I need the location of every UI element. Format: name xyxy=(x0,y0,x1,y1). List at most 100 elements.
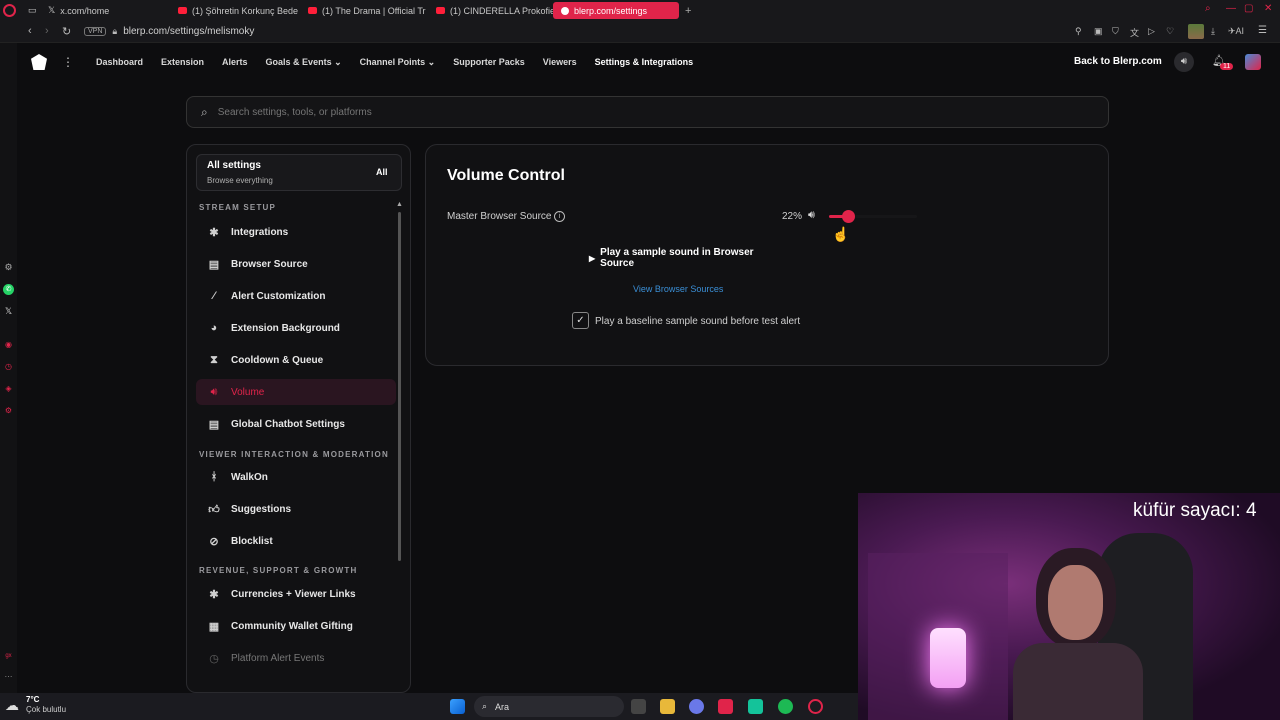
sidebar-item-browser-source[interactable]: ▤ Browser Source xyxy=(196,251,396,277)
workspaces-icon[interactable]: ▭ xyxy=(28,2,40,19)
webcam-overlay: küfür sayacı: 4 xyxy=(858,493,1280,720)
discord-icon[interactable] xyxy=(689,699,704,714)
vpn-badge[interactable]: VPN xyxy=(84,27,107,36)
new-tab-button[interactable]: + xyxy=(685,5,691,17)
nav-alerts[interactable]: Alerts xyxy=(222,57,248,67)
back-icon[interactable]: ‹ xyxy=(28,25,32,37)
notification-badge: 11 xyxy=(1220,63,1234,70)
spotify-icon[interactable] xyxy=(778,699,793,714)
block-icon: ⊘ xyxy=(209,535,219,548)
blerp-logo-icon[interactable] xyxy=(31,54,47,70)
opera-gx-taskbar-icon[interactable] xyxy=(808,699,823,714)
back-to-blerp-link[interactable]: Back to Blerp.com xyxy=(1074,56,1162,67)
view-browser-sources-link[interactable]: View Browser Sources xyxy=(633,284,723,294)
tab-youtube-3[interactable]: (1) CINDERELLA Prokofiev xyxy=(428,2,553,19)
chat-icon: ▤ xyxy=(208,418,220,431)
nav-extension[interactable]: Extension xyxy=(161,57,204,67)
sidebar-scrollbar[interactable] xyxy=(398,212,401,561)
sidebar-item-label: Integrations xyxy=(231,226,289,238)
sidebar-item-currencies[interactable]: ✱ Currencies + Viewer Links xyxy=(196,581,396,607)
info-icon[interactable]: i xyxy=(554,211,565,222)
aria-ai-icon[interactable]: ✈AI xyxy=(1228,26,1244,37)
sidebar-item-label: Currencies + Viewer Links xyxy=(231,588,356,600)
download-icon[interactable]: ⤓ xyxy=(1211,26,1215,37)
opera-logo-icon[interactable] xyxy=(3,4,16,17)
nav-settings-integrations[interactable]: Settings & Integrations xyxy=(595,57,694,67)
counter-overlay-text: küfür sayacı: 4 xyxy=(1133,500,1257,521)
sidebar-item-cooldown-queue[interactable]: ⧗ Cooldown & Queue xyxy=(196,347,396,373)
profile-avatar[interactable] xyxy=(1188,24,1204,39)
sidebar-item-label: Global Chatbot Settings xyxy=(231,418,345,430)
user-avatar[interactable] xyxy=(1245,54,1261,70)
settings-gear-icon[interactable]: ⚙ xyxy=(3,262,14,273)
scroll-up-icon[interactable]: ▲ xyxy=(396,201,403,208)
sidebar-item-label: Alert Customization xyxy=(231,290,326,302)
play-icon[interactable]: ▷ xyxy=(1148,26,1155,37)
gx-icon[interactable]: gx xyxy=(3,651,14,662)
search-icon: ⌕ xyxy=(482,701,488,711)
search-input[interactable] xyxy=(217,106,1078,118)
nav-supporter-packs[interactable]: Supporter Packs xyxy=(453,57,525,67)
baseline-checkbox[interactable]: ✓ xyxy=(572,312,589,329)
app-green-icon[interactable] xyxy=(748,699,763,714)
windows-start-icon[interactable] xyxy=(450,699,465,714)
settings-search[interactable]: ⌕ xyxy=(186,96,1109,128)
reload-icon[interactable]: ↻ xyxy=(62,25,71,38)
whatsapp-icon[interactable]: ✆ xyxy=(3,284,14,295)
sidebar-item-alert-customization[interactable]: ⁄ Alert Customization xyxy=(196,283,396,309)
search-tabs-icon[interactable]: ⌕ xyxy=(1205,3,1211,14)
weather-icon[interactable]: ☁ xyxy=(5,697,19,714)
sidebar-item-suggestions[interactable]: 👍︎ Suggestions xyxy=(196,496,396,522)
task-view-icon[interactable] xyxy=(631,699,646,714)
sidebar-item-walkon[interactable]: ᚼ WalkOn xyxy=(196,464,396,490)
nav-label: Channel Points xyxy=(359,56,426,67)
nav-goals-events[interactable]: Goals & Events ⌄ xyxy=(266,57,342,68)
hourglass-icon: ⧗ xyxy=(210,353,218,366)
sidebar-item-community-wallet[interactable]: ▦ Community Wallet Gifting xyxy=(196,613,396,639)
play-sample-button[interactable]: ▶ Play a sample sound in Browser Source xyxy=(589,247,779,269)
nav-viewers[interactable]: Viewers xyxy=(543,57,577,67)
nav-dashboard[interactable]: Dashboard xyxy=(96,57,143,67)
x-sidebar-icon[interactable]: 𝕏 xyxy=(3,306,14,317)
tab-label: (1) Şöhretin Korkunç Bede xyxy=(192,5,299,16)
sidebar-item-global-chatbot[interactable]: ▤ Global Chatbot Settings xyxy=(196,411,396,437)
snapshot-icon[interactable]: ▣ xyxy=(1094,26,1103,37)
forward-icon[interactable]: › xyxy=(45,25,49,37)
tab-blerp-settings[interactable]: blerp.com/settings xyxy=(553,2,679,19)
nav-channel-points[interactable]: Channel Points ⌄ xyxy=(360,57,436,68)
person-face xyxy=(1048,565,1103,640)
history-icon[interactable]: ◷ xyxy=(3,361,14,372)
tab-youtube-2[interactable]: (1) The Drama | Official Tr xyxy=(300,2,428,19)
more-vertical-icon[interactable]: ⋮ xyxy=(62,55,74,69)
sidebar-item-platform-alert-events[interactable]: ◷ Platform Alert Events xyxy=(196,645,396,671)
player-icon[interactable]: ◉ xyxy=(3,339,14,350)
translate-icon[interactable]: 文 xyxy=(1130,26,1139,39)
tab-x-home[interactable]: 𝕏 x.com/home xyxy=(40,2,170,19)
more-icon[interactable]: ⋯ xyxy=(3,671,14,682)
heart-icon[interactable]: ♡ xyxy=(1166,26,1174,37)
sidebar-item-integrations[interactable]: ✱ Integrations xyxy=(196,219,396,245)
volume-nav-icon[interactable]: 🔊︎ xyxy=(1174,52,1194,72)
tab-youtube-1[interactable]: (1) Şöhretin Korkunç Bede xyxy=(170,2,300,19)
volume-slider-thumb[interactable] xyxy=(841,210,855,223)
pin-icon[interactable]: ⚲ xyxy=(1075,26,1082,37)
close-window-icon[interactable]: ✕ xyxy=(1264,3,1272,14)
sidebar-item-volume[interactable]: 🔊︎ Volume xyxy=(196,379,396,405)
url-text[interactable]: blerp.com/settings/melismoky xyxy=(123,26,254,37)
sidebar-item-extension-background[interactable]: ◕ Extension Background xyxy=(196,315,396,341)
minimize-icon[interactable]: — xyxy=(1226,3,1236,14)
extensions-icon[interactable]: ◈ xyxy=(3,383,14,394)
taskbar-search[interactable]: ⌕ Ara xyxy=(474,696,624,717)
maximize-icon[interactable]: ▢ xyxy=(1244,3,1253,14)
sidebar-item-blocklist[interactable]: ⊘ Blocklist xyxy=(196,528,396,554)
sidebar-item-label: Platform Alert Events xyxy=(231,652,325,664)
volume-slider-track[interactable] xyxy=(829,210,917,223)
sidebar-settings-icon[interactable]: ⚙ xyxy=(3,405,14,416)
app-red-icon[interactable] xyxy=(718,699,733,714)
all-settings-card[interactable]: All settings Browse everything All xyxy=(196,154,402,191)
menu-icon[interactable]: ☰ xyxy=(1258,25,1267,36)
file-explorer-icon[interactable] xyxy=(660,699,675,714)
all-badge[interactable]: All xyxy=(376,167,388,177)
speaker-icon[interactable]: 🔊︎ xyxy=(808,209,815,222)
shield-icon[interactable]: ⛉ xyxy=(1112,26,1119,37)
